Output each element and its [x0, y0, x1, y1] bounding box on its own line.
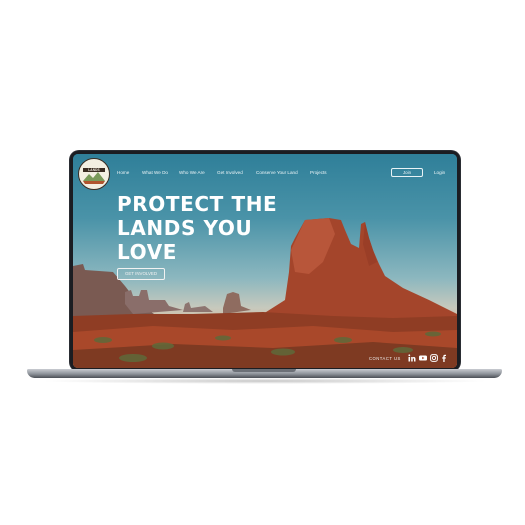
site-navigation: AMERICAN LANDS Home What We Do Who We Ar… — [73, 154, 457, 190]
nav-link-projects[interactable]: Projects — [310, 170, 327, 175]
site-logo[interactable]: AMERICAN LANDS — [78, 158, 110, 190]
laptop-notch — [232, 369, 296, 372]
nav-link-get-involved[interactable]: Get Involved — [217, 170, 243, 175]
nav-link-home[interactable]: Home — [117, 170, 129, 175]
laptop-shadow — [40, 378, 490, 384]
nav-link-who-we-are[interactable]: Who We Are — [179, 170, 205, 175]
instagram-icon[interactable] — [430, 354, 438, 362]
login-link[interactable]: Login — [434, 170, 445, 175]
linkedin-icon[interactable] — [408, 354, 416, 362]
facebook-icon[interactable] — [440, 354, 448, 362]
hero-headline-line-3: LOVE — [117, 240, 178, 264]
hero-headline-line-1: PROTECT THE — [117, 192, 278, 216]
logo-text: AMERICAN LANDS — [85, 164, 103, 172]
hero-headline: PROTECT THE LANDS YOU LOVE — [117, 192, 347, 264]
contact-us-link[interactable]: CONTACT US — [369, 356, 401, 361]
get-involved-button[interactable]: GET INVOLVED — [117, 268, 165, 280]
hero-headline-line-2: LANDS YOU — [117, 216, 253, 240]
join-button[interactable]: Join — [391, 168, 423, 177]
website-screen: AMERICAN LANDS Home What We Do Who We Ar… — [73, 154, 457, 368]
nav-link-conserve-your-land[interactable]: Conserve Your Land — [256, 170, 298, 175]
nav-link-what-we-do[interactable]: What We Do — [142, 170, 168, 175]
youtube-icon[interactable] — [419, 354, 427, 362]
